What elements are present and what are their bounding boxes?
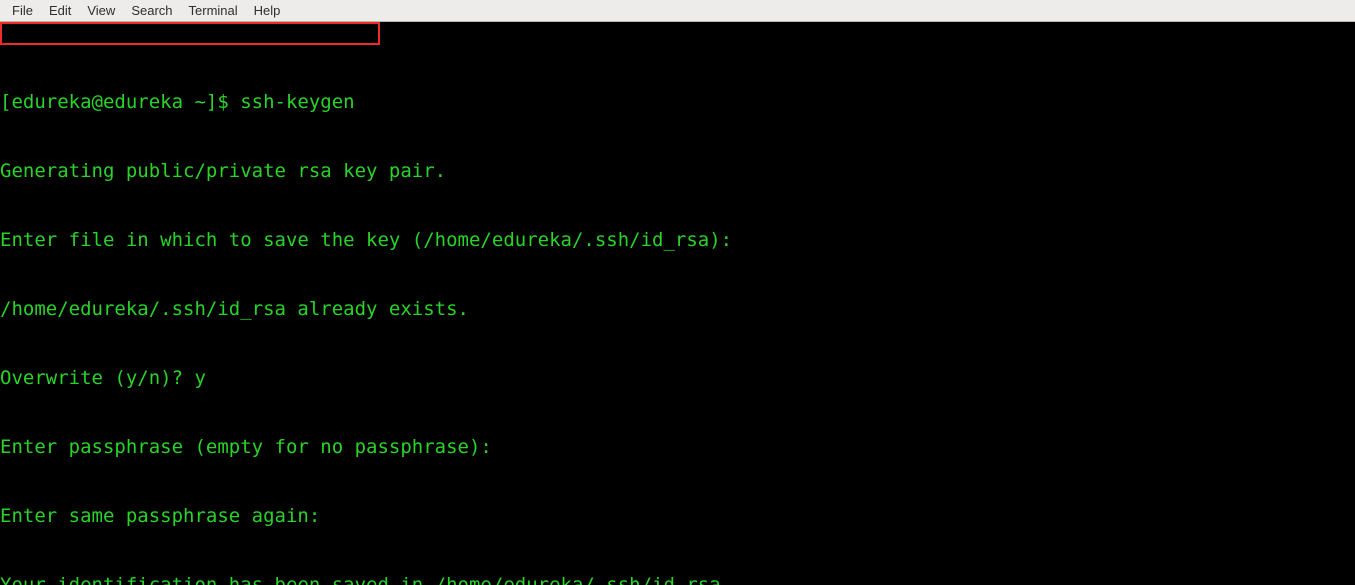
- menu-terminal[interactable]: Terminal: [181, 1, 246, 20]
- output-line: /home/edureka/.ssh/id_rsa already exists…: [0, 298, 1355, 321]
- menubar: File Edit View Search Terminal Help: [0, 0, 1355, 22]
- menu-view[interactable]: View: [79, 1, 123, 20]
- prompt-line-1: [edureka@edureka ~]$ ssh-keygen: [0, 91, 1355, 114]
- output-line: Enter same passphrase again:: [0, 505, 1355, 528]
- output-line: Overwrite (y/n)? y: [0, 367, 1355, 390]
- menu-search[interactable]: Search: [123, 1, 180, 20]
- output-line: Enter passphrase (empty for no passphras…: [0, 436, 1355, 459]
- menu-file[interactable]: File: [4, 1, 41, 20]
- output-line: Generating public/private rsa key pair.: [0, 160, 1355, 183]
- output-line: Enter file in which to save the key (/ho…: [0, 229, 1355, 252]
- command-text-1: ssh-keygen: [240, 91, 354, 113]
- terminal-area[interactable]: [edureka@edureka ~]$ ssh-keygen Generati…: [0, 22, 1355, 585]
- menu-edit[interactable]: Edit: [41, 1, 79, 20]
- highlight-box: [0, 22, 380, 45]
- output-line: Your identification has been saved in /h…: [0, 574, 1355, 585]
- prompt-text-1: [edureka@edureka ~]$: [0, 91, 240, 113]
- menu-help[interactable]: Help: [246, 1, 289, 20]
